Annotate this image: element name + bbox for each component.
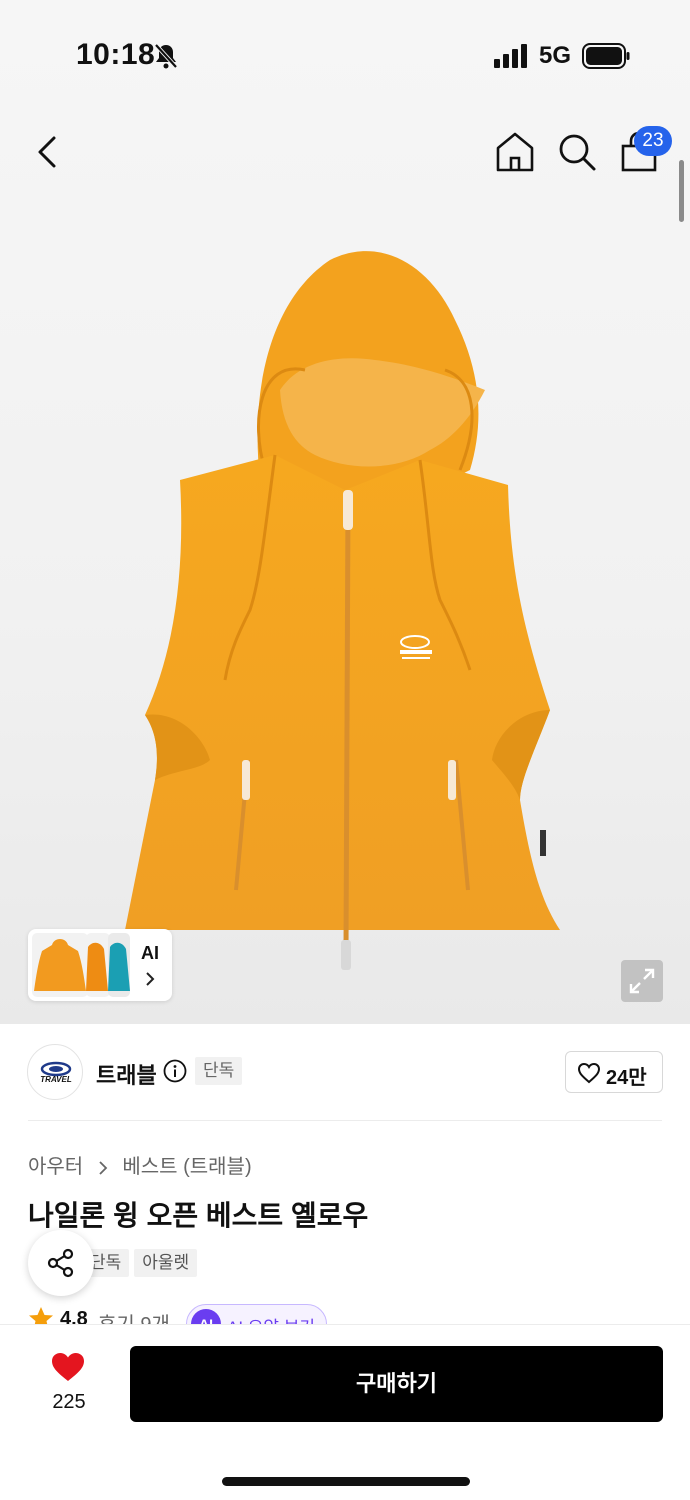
expand-image-button[interactable] — [621, 960, 663, 1002]
battery-icon — [582, 43, 630, 69]
scrollbar[interactable] — [679, 160, 684, 222]
bottom-purchase-bar: 225 구매하기 — [0, 1324, 690, 1500]
wish-count: 225 — [52, 1391, 86, 1413]
thumbnail-side-image — [86, 942, 108, 991]
ai-summary-button[interactable]: AI AI 요약 보기 — [186, 1304, 327, 1326]
thumbnail-front[interactable] — [32, 933, 88, 997]
breadcrumb-category[interactable]: 아우터 — [28, 1156, 83, 1178]
divider — [28, 1120, 662, 1121]
heart-filled-icon[interactable] — [50, 1351, 86, 1383]
brand-like-count: 24만 — [606, 1067, 647, 1089]
heart-outline-icon — [577, 1062, 601, 1084]
status-time: 10:18 — [76, 38, 156, 71]
home-icon[interactable] — [494, 130, 536, 174]
exclusive-tag: 단독 — [195, 1057, 243, 1085]
brand-row: TRAVEL 트래블 단독 24만 — [0, 1024, 690, 1120]
share-button[interactable] — [28, 1230, 94, 1296]
share-icon — [47, 1248, 74, 1278]
rating-row: 4.8 후기 9개 AI AI 요약 보기 — [28, 1304, 662, 1326]
info-icon[interactable] — [163, 1059, 187, 1083]
brand-like-button[interactable]: 24만 — [565, 1051, 663, 1093]
cart-count-badge: 23 — [634, 126, 672, 156]
star-icon — [29, 1307, 53, 1326]
product-tag-outlet: 아울렛 — [134, 1249, 198, 1277]
bell-muted-icon — [154, 43, 178, 69]
chevron-right-icon — [99, 1161, 108, 1175]
svg-text:TRAVEL: TRAVEL — [40, 1075, 72, 1084]
breadcrumb-subcategory[interactable]: 베스트 (트래블) — [122, 1156, 251, 1178]
thumbnail-ai-label: AI — [141, 943, 159, 963]
breadcrumb: 아우터 베스트 (트래블) — [28, 1150, 252, 1179]
top-navigation — [0, 110, 690, 200]
travel-logo-icon: TRAVEL — [40, 1061, 72, 1084]
network-label: 5G — [539, 42, 572, 69]
chevron-right-icon — [146, 972, 155, 986]
thumbnail-jacket-image — [34, 939, 86, 991]
back-arrow-icon[interactable] — [28, 130, 68, 174]
signal-icon — [494, 44, 527, 68]
thumbnail-side[interactable] — [86, 933, 110, 997]
expand-icon — [629, 968, 655, 994]
brand-logo[interactable]: TRAVEL — [27, 1044, 83, 1100]
product-image[interactable] — [100, 240, 590, 1000]
thumbnail-teal[interactable] — [108, 933, 130, 997]
thumbnail-teal-image — [108, 942, 130, 991]
status-bar: 10:18 5G — [0, 0, 690, 110]
buy-button[interactable]: 구매하기 — [130, 1346, 663, 1422]
product-title: 나일론 윙 오픈 베스트 옐로우 — [28, 1200, 369, 1231]
thumbnail-strip[interactable]: AI — [28, 929, 172, 1001]
product-tags: 단독 아울렛 — [80, 1249, 202, 1277]
search-icon[interactable] — [556, 130, 598, 174]
home-indicator[interactable] — [222, 1477, 470, 1486]
brand-name[interactable]: 트래블 — [96, 1058, 157, 1090]
